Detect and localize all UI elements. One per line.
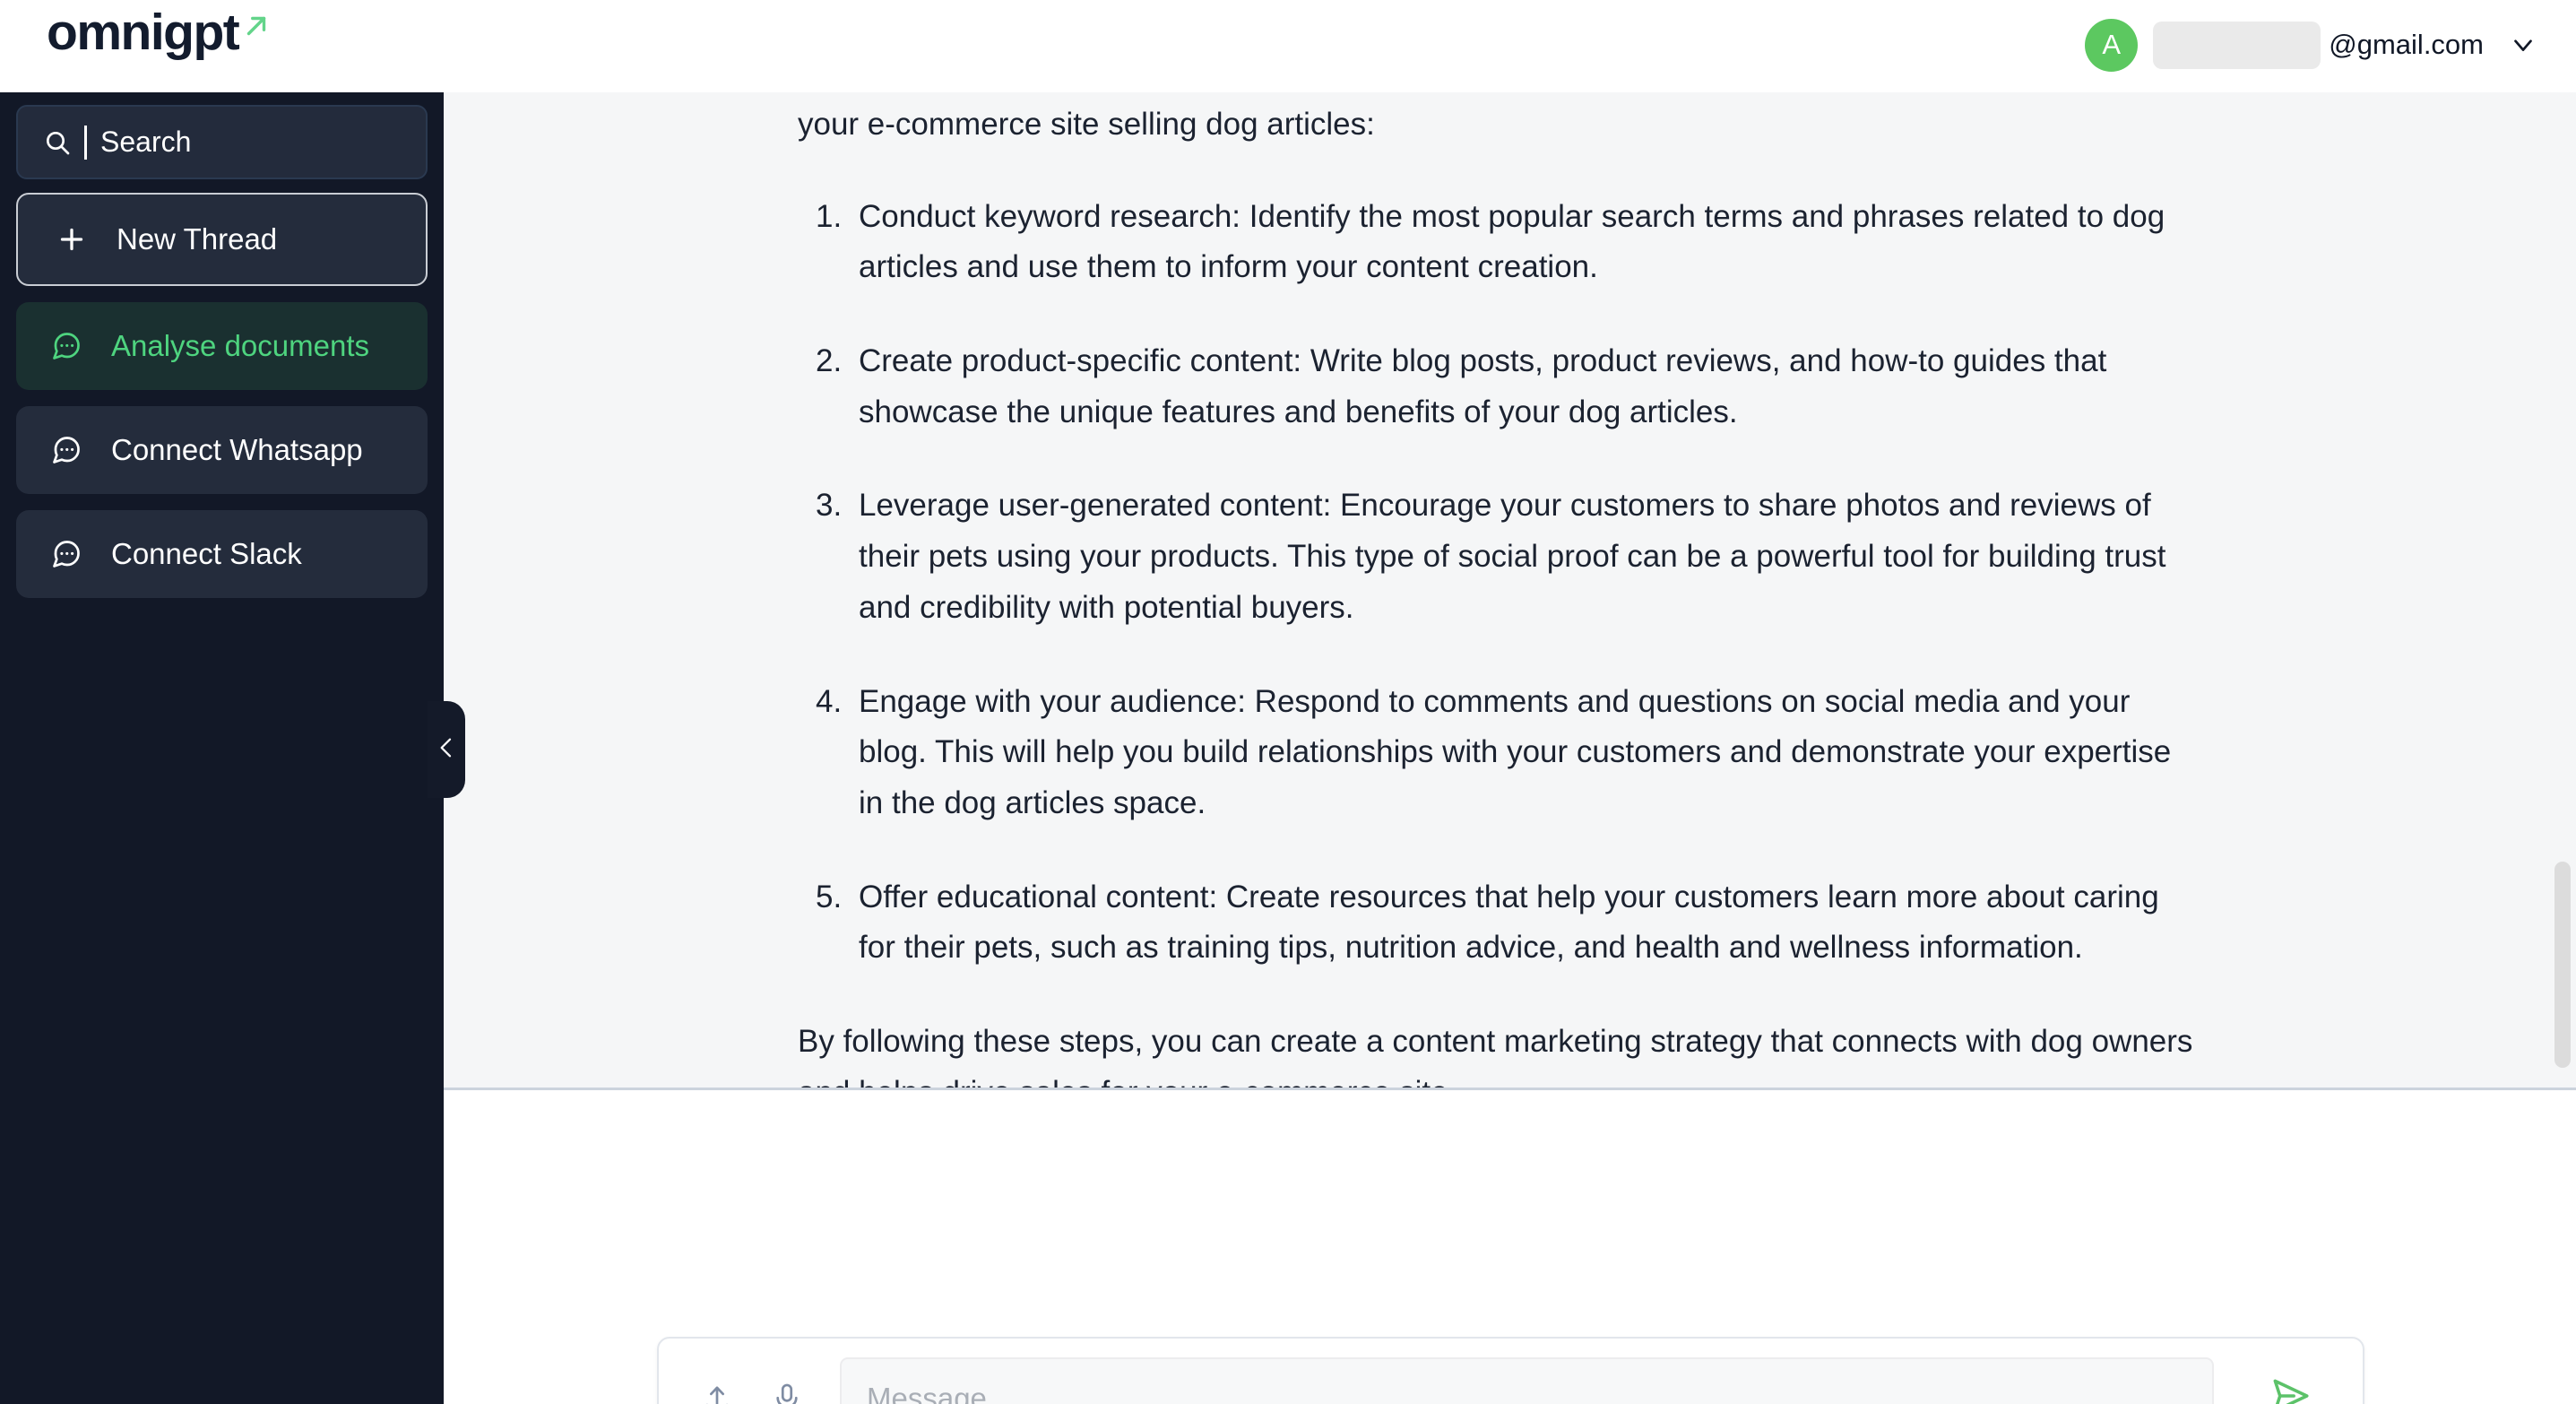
download-icon[interactable] (2311, 1086, 2343, 1088)
app-logo[interactable]: omnigpt (47, 7, 272, 58)
message-closing-text: By following these steps, you can create… (798, 1023, 2193, 1088)
list-item: Conduct keyword research: Identify the m… (816, 192, 2165, 285)
send-icon (2268, 1374, 2312, 1404)
copy-icon[interactable] (2241, 1086, 2273, 1088)
app-root: omnigpt A @gmail.com Search New Thread A… (0, 0, 2576, 1404)
list-item: Engage with your audience: Respond to co… (816, 677, 2172, 820)
sidebar-item-analyse-documents[interactable]: Analyse documents (16, 302, 428, 390)
search-icon (43, 128, 72, 157)
numbered-step-list: Conduct keyword research: Identify the m… (798, 192, 2576, 974)
chevron-left-icon (432, 733, 461, 767)
text-caret (84, 125, 87, 160)
chat-bubble-dots-icon (50, 434, 82, 466)
top-header: omnigpt A @gmail.com (0, 0, 2576, 92)
sidebar-item-connect-whatsapp[interactable]: Connect Whatsapp (16, 406, 428, 494)
composer-area: Message (444, 1090, 2576, 1404)
new-thread-button[interactable]: New Thread (16, 193, 428, 286)
chat-bubble-dots-icon (50, 330, 82, 362)
account-menu[interactable]: A @gmail.com (2085, 9, 2538, 81)
message-input-placeholder: Message (867, 1381, 987, 1404)
message-lead-text: your e-commerce site selling dog article… (798, 107, 1375, 142)
microphone-icon[interactable] (770, 1382, 804, 1404)
sidebar-item-label: Analyse documents (111, 329, 369, 362)
list-item: Leverage user-generated content: Encoura… (816, 481, 2166, 625)
sidebar-item-label: Connect Whatsapp (111, 433, 363, 466)
chat-bubble-dots-icon (50, 538, 82, 570)
logo-text: omnigpt (47, 4, 240, 61)
assistant-message: your e-commerce site selling dog article… (444, 92, 2576, 1088)
vertical-scrollbar-thumb[interactable] (2554, 862, 2571, 1068)
account-domain: @gmail.com (2329, 29, 2484, 60)
message-composer: Message (657, 1337, 2364, 1404)
arrow-up-right-icon (241, 11, 272, 46)
plus-icon (56, 223, 88, 256)
chevron-down-icon[interactable] (2508, 30, 2538, 60)
sidebar-item-connect-slack[interactable]: Connect Slack (16, 510, 428, 598)
collapse-sidebar-button[interactable] (428, 701, 465, 798)
chat-transcript: your e-commerce site selling dog article… (444, 92, 2576, 1088)
avatar: A (2085, 18, 2139, 72)
list-item: Create product-specific content: Write b… (816, 336, 2107, 429)
message-action-bar (2241, 1086, 2343, 1088)
upload-icon[interactable] (700, 1382, 734, 1404)
account-name-redacted (2153, 21, 2321, 69)
send-button[interactable] (2250, 1357, 2330, 1404)
search-input[interactable]: Search (16, 105, 428, 179)
search-value: Search (100, 126, 192, 158)
main-content: your e-commerce site selling dog article… (444, 92, 2576, 1404)
list-item: Offer educational content: Create resour… (816, 872, 2159, 966)
message-input[interactable]: Message (840, 1356, 2214, 1404)
sidebar-item-label: Connect Slack (111, 537, 302, 570)
sidebar: Search New Thread Analyse documents Conn… (0, 0, 444, 1404)
new-thread-label: New Thread (117, 222, 278, 256)
